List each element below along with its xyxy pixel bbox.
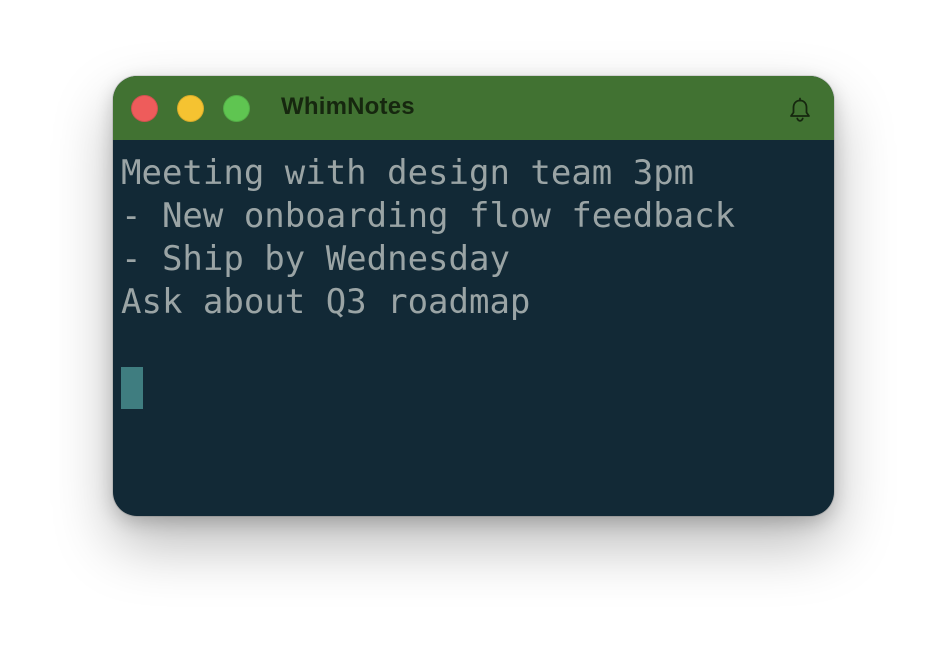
note-line[interactable]: - Ship by Wednesday bbox=[121, 238, 834, 281]
text-cursor bbox=[121, 367, 143, 409]
app-window: WhimNotes Meeting with design team 3pm -… bbox=[113, 76, 834, 516]
bell-icon-graphic bbox=[790, 97, 810, 122]
note-line[interactable]: - New onboarding flow feedback bbox=[121, 195, 834, 238]
title-bar[interactable]: WhimNotes bbox=[113, 76, 834, 140]
note-editor[interactable]: Meeting with design team 3pm - New onboa… bbox=[113, 140, 834, 516]
minimize-button[interactable] bbox=[177, 95, 204, 122]
app-title: WhimNotes bbox=[281, 93, 415, 120]
note-line[interactable]: Meeting with design team 3pm bbox=[121, 152, 834, 195]
note-line-empty[interactable] bbox=[121, 324, 834, 367]
maximize-button[interactable] bbox=[223, 95, 250, 122]
close-button[interactable] bbox=[131, 95, 158, 122]
cursor-line[interactable] bbox=[121, 367, 834, 410]
note-line[interactable]: Ask about Q3 roadmap bbox=[121, 281, 834, 324]
bell-icon[interactable] bbox=[786, 96, 814, 124]
